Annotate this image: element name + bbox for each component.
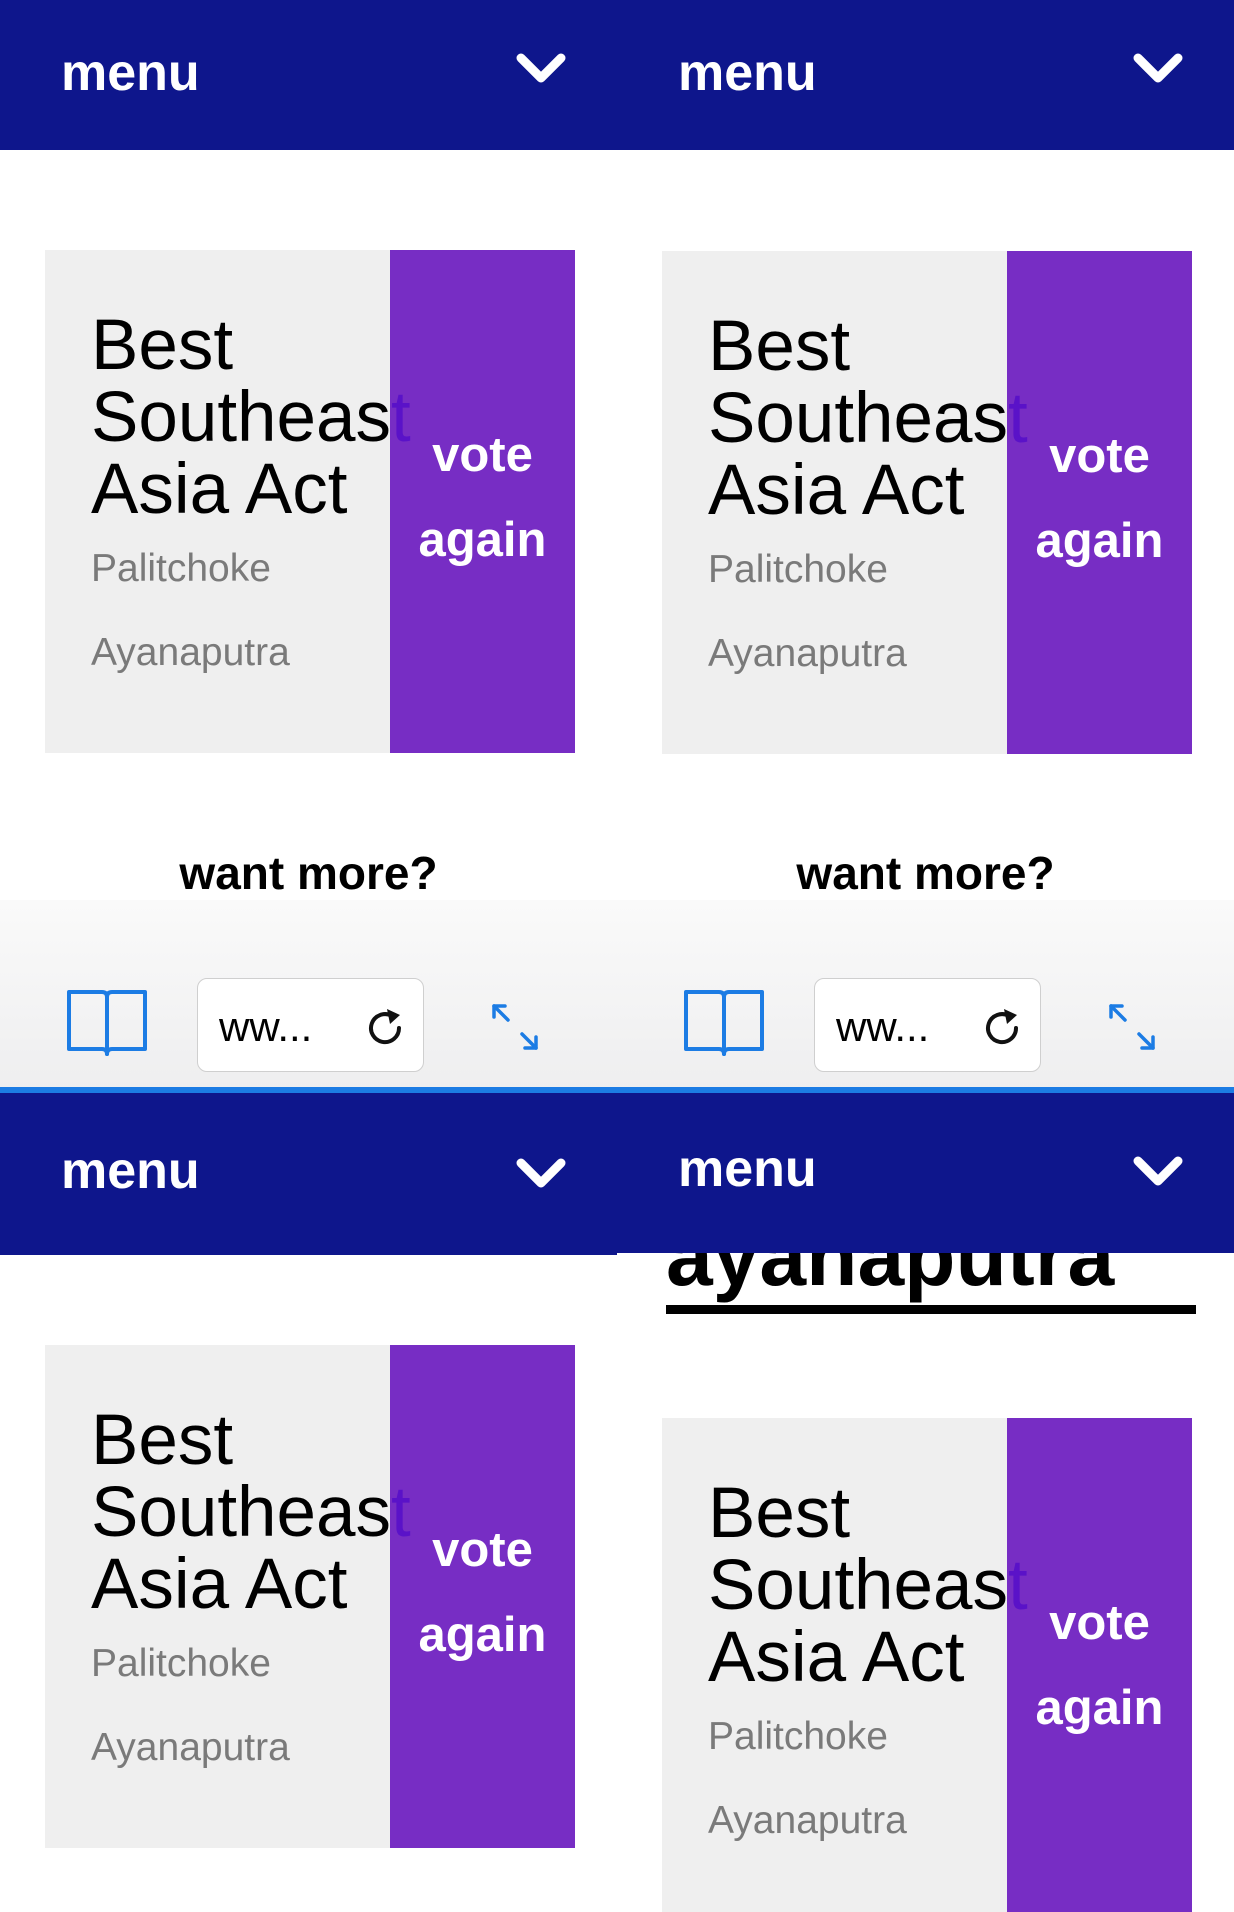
nominee-last-name: Ayanaputra [91,631,290,674]
book-icon[interactable] [683,988,765,1058]
address-field[interactable]: ww... [197,978,424,1072]
chevron-down-icon[interactable] [1132,50,1184,86]
vote-label-line2: again [418,1608,547,1662]
vote-again-button[interactable]: vote again [1007,251,1192,754]
nominee-first-name: Palitchoke [91,1642,271,1685]
nominee-last-name: Ayanaputra [708,1799,907,1842]
award-title: Best Southeast Asia Act [708,1474,1028,1697]
panel-2: menu Best Southeast Asia Act Palitchoke Ay… [617,0,1234,1093]
nominee-last-name: Ayanaputra [91,1726,290,1769]
chevron-down-icon[interactable] [1132,1153,1184,1189]
chevron-down-icon[interactable] [515,50,567,86]
award-card: Best Southeast Asia Act Palitchoke Ayanapu… [45,1345,575,1848]
vote-label-line1: vote [1049,429,1150,483]
nominee-first-name: Palitchoke [708,1715,888,1758]
reload-icon[interactable] [363,1006,407,1050]
menu-label: menu [678,44,817,102]
heading-underline [666,1305,1196,1314]
want-more-heading: want more? [179,847,438,899]
reload-icon[interactable] [980,1006,1024,1050]
award-title: Best Southeast Asia Act [91,306,411,529]
want-more-heading: want more? [796,847,1055,899]
panel-1: menu Best Southeast Asia Act Palitchoke Ay… [0,0,617,1093]
vote-label-line2: again [418,513,547,567]
address-field[interactable]: ww... [814,978,1041,1072]
nominee-last-name: Ayanaputra [708,632,907,675]
url-text: ww... [836,1003,930,1050]
book-icon[interactable] [66,988,148,1058]
menu-label: menu [678,1140,817,1198]
award-title: Best Southeast Asia Act [708,307,1028,530]
menu-bar[interactable]: menu [617,0,1234,150]
vote-again-button[interactable]: vote again [1007,1418,1192,1912]
vote-again-button[interactable]: vote again [390,1345,575,1848]
menu-label: menu [61,44,200,102]
menu-label: menu [61,1142,200,1200]
nominee-first-name: Palitchoke [91,547,271,590]
chevron-down-icon[interactable] [515,1155,567,1191]
browser-toolbar: ww... [617,900,1234,1093]
expand-icon[interactable] [1105,1000,1159,1054]
award-card: Best Southeast Asia Act Palitchoke Ayanapu… [662,1418,1192,1912]
browser-toolbar: ww... [0,900,617,1093]
menu-bar[interactable]: menu [0,0,617,150]
nominee-first-name: Palitchoke [708,548,888,591]
vote-label-line2: again [1035,514,1164,568]
expand-icon[interactable] [488,1000,542,1054]
award-card: Best Southeast Asia Act Palitchoke Ayanapu… [45,250,575,753]
menu-bar[interactable]: menu [0,1093,617,1255]
panel-3: menu Best Southeast Asia Act Palitchoke Ay… [0,1093,617,1912]
award-card: Best Southeast Asia Act Palitchoke Ayanapu… [662,251,1192,754]
vote-label-line1: vote [432,428,533,482]
menu-bar[interactable]: menu [617,1093,1234,1253]
url-text: ww... [219,1003,313,1050]
screenshot-grid: menu Best Southeast Asia Act Palitchoke Ay… [0,0,1234,1912]
vote-label-line1: vote [1049,1596,1150,1650]
panel-4: menu ayanaputra Best Southeast Asia Act Pa… [617,1093,1234,1912]
vote-again-button[interactable]: vote again [390,250,575,753]
award-title: Best Southeast Asia Act [91,1401,411,1624]
vote-label-line2: again [1035,1681,1164,1735]
vote-label-line1: vote [432,1523,533,1577]
